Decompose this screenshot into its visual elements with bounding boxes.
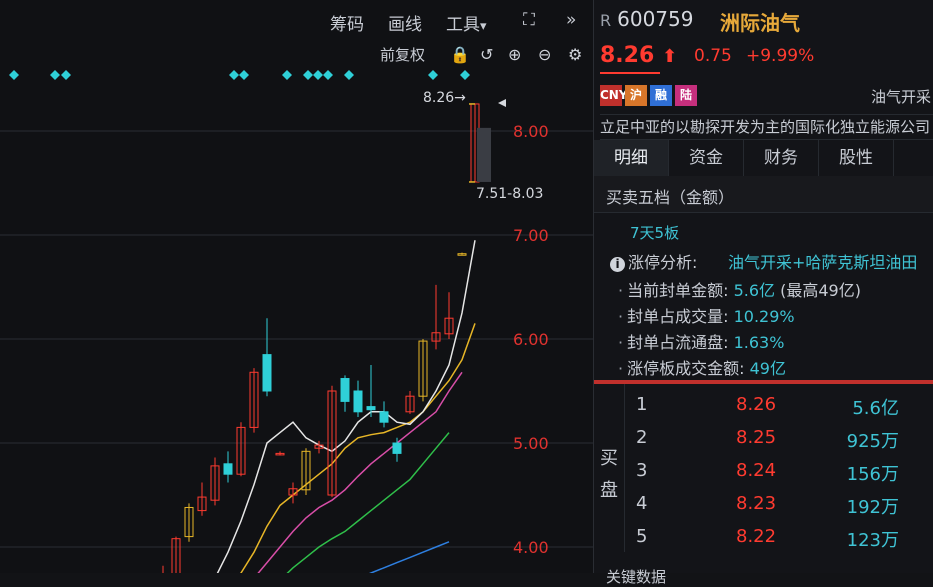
bid-side-label: 买 盘 (594, 384, 625, 552)
tab-funds[interactable]: 资金 (669, 140, 744, 176)
limit-up-marker (50, 70, 60, 80)
price-underline (600, 72, 660, 74)
candle-body (223, 463, 233, 475)
seal-float-ratio: · 封单占流通盘: 1.63% (618, 333, 785, 352)
candle-body (340, 378, 350, 402)
cny-badge[interactable]: CNY (600, 85, 628, 106)
limit-up-marker (282, 70, 292, 80)
tab-finance[interactable]: 财务 (744, 140, 819, 176)
limit-up-marker (229, 70, 239, 80)
bid-book: 买 盘 1 8.26 5.6亿 2 8.25 925万 3 8.24 156万 4 8.23 1… (594, 384, 933, 573)
candle-body (366, 406, 376, 411)
bid-row[interactable]: 5 8.22 123万 (624, 526, 933, 559)
bid-row[interactable]: 2 8.25 925万 (624, 427, 933, 460)
limit-analysis-value[interactable]: 油气开采+哈萨克斯坦油田 (728, 249, 917, 273)
connect-badge[interactable]: 陆 (675, 85, 697, 106)
price-tick: 8.00 (513, 122, 549, 141)
tab-detail[interactable]: 明细 (594, 140, 669, 176)
candlestick-svg[interactable] (0, 0, 593, 573)
price-pointer-icon (498, 99, 506, 107)
margin-badge[interactable]: 融 (650, 85, 672, 106)
limit-analysis-label: i 涨停分析: (610, 249, 697, 273)
kline-chart-area[interactable]: 筹码 画线 工具▾ ⛶ » 前复权 🔒 ↺ ⊕ ⊖ ⚙ 8.00 7.00 6.… (0, 0, 594, 573)
company-description: 立足中亚的以勘探开发为主的国际化独立能源公司 (600, 114, 933, 140)
bid-row[interactable]: 4 8.23 192万 (624, 493, 933, 526)
price-tick: 7.00 (513, 226, 549, 245)
stock-code: R 600759 (600, 7, 694, 31)
price-change-pct: +9.99% (746, 46, 815, 66)
limit-up-marker (344, 70, 354, 80)
price-tick: 5.00 (513, 434, 549, 453)
stock-name: 洲际油气 (720, 11, 800, 35)
limit-up-marker (323, 70, 333, 80)
limit-up-marker (460, 70, 470, 80)
limit-streak: 7天5板 (630, 224, 680, 242)
limit-up-marker (303, 70, 313, 80)
quote-panel: R 600759 洲际油气 8.26 ⬆ 0.75 +9.99% CNY 沪融陆 油… (594, 0, 933, 586)
ma5-line (216, 240, 476, 573)
shanghai-badge[interactable]: 沪 (625, 85, 647, 106)
info-icon: i (610, 257, 625, 272)
candle-body (379, 411, 389, 423)
order-book-title[interactable]: 买卖五档（金额） (606, 184, 734, 208)
stock-badges: CNY 沪融陆 (600, 84, 700, 106)
bid-row[interactable]: 3 8.24 156万 (624, 460, 933, 493)
candle-body (262, 354, 272, 392)
concept-tag[interactable]: 油气开采 (871, 86, 931, 107)
price-change: 0.75 (694, 46, 732, 66)
price-tick: 4.00 (513, 538, 549, 557)
seal-amount: · 当前封单金额: 5.6亿 (最高49亿) (618, 281, 861, 300)
panel-tabs: 明细 资金 财务 股性 (594, 140, 933, 177)
ma60-line (368, 541, 450, 573)
limit-up-marker (9, 70, 19, 80)
bid-row[interactable]: 1 8.26 5.6亿 (624, 394, 933, 427)
limit-up-marker (428, 70, 438, 80)
candle-body (392, 442, 402, 454)
high-price-label: 8.26→ (423, 90, 466, 106)
limit-turnover: · 涨停板成交金额: 49亿 (618, 359, 786, 378)
current-price: 8.26 ⬆ (600, 43, 678, 68)
tab-character[interactable]: 股性 (819, 140, 894, 176)
arrow-up-icon: ⬆ (661, 46, 678, 67)
seal-volume-ratio: · 封单占成交量: 10.29% (618, 307, 795, 326)
range-box (477, 127, 491, 182)
price-tick: 6.00 (513, 330, 549, 349)
limit-up-marker (239, 70, 249, 80)
range-label: 7.51-8.03 (476, 186, 544, 202)
key-data-title[interactable]: 关键数据 (606, 566, 666, 587)
limit-up-marker (313, 70, 323, 80)
limit-up-marker (61, 70, 71, 80)
candle-body (353, 390, 363, 413)
